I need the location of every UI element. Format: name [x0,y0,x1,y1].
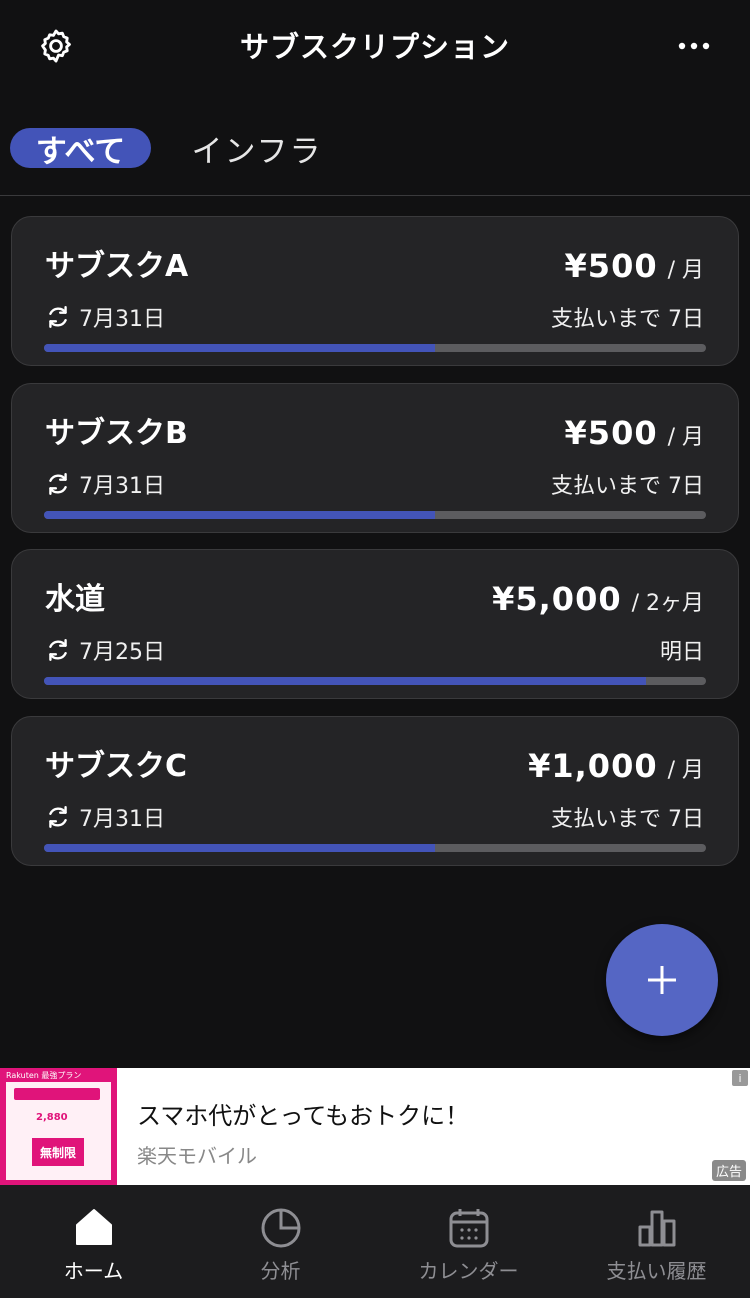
subscription-name: サブスクB [45,416,188,451]
subscription-price: ¥500 [564,247,658,285]
subscription-card[interactable]: 水道 ¥5,000 / 2ヶ月 7月25日 明日 [11,549,739,699]
refresh-icon [45,471,71,497]
subscription-price: ¥5,000 [492,580,622,618]
app-root: サブスクリプション すべて インフラ サブスクA ¥500 / 月 7月31日 … [0,0,750,1298]
billing-period: / 月 [667,758,704,783]
nav-item-analysis[interactable]: 分析 [187,1185,374,1298]
days-until-payment: 支払いまで 7日 [551,307,704,332]
days-until-payment: 支払いまで 7日 [551,807,704,832]
billing-progress-bar [44,511,706,519]
ad-headline[interactable]: スマホ代がとってもおトクに！ [137,1096,469,1131]
billing-progress-bar [44,677,706,685]
calendar-icon [449,1209,488,1248]
refresh-icon [45,304,71,330]
billing-progress-fill [44,344,435,352]
price-group: ¥1,000 / 月 [528,747,704,785]
nav-label-home: ホーム [63,1259,124,1283]
more-horizontal-icon [678,42,710,50]
ad-thumb-brand: Rakuten 最強プラン [6,1071,82,1080]
billing-period: / 2ヶ月 [631,591,704,616]
plus-icon [648,966,676,994]
subscription-name: サブスクA [45,249,189,284]
price-group: ¥500 / 月 [565,247,704,285]
ad-thumb-pill [14,1088,100,1100]
tab-infra[interactable]: インフラ [182,128,332,170]
subscription-price: ¥1,000 [528,747,658,785]
next-billing-date: 7月31日 [79,307,165,332]
billing-progress-fill [44,511,435,519]
ad-banner[interactable]: Rakuten 最強プラン 2,880 無制限 スマホ代がとってもおトクに！ 楽… [0,1068,750,1185]
refresh-icon [45,637,71,663]
add-subscription-button[interactable] [606,924,718,1036]
billing-progress-fill [44,677,647,685]
ad-info-icon[interactable]: i [732,1070,748,1086]
subscription-card[interactable]: サブスクC ¥1,000 / 月 7月31日 支払いまで 7日 [11,716,739,866]
ad-thumb-price: 2,880 [36,1112,68,1123]
nav-label-history: 支払い履歴 [606,1259,707,1283]
ad-sponsor: 楽天モバイル [137,1144,257,1168]
days-until-payment: 明日 [659,640,704,665]
pie-chart-icon [261,1208,300,1248]
billing-progress-bar [44,344,706,352]
subscription-name: サブスクC [45,749,188,784]
next-billing-date: 7月25日 [79,640,165,665]
price-group: ¥500 / 月 [565,414,704,452]
nav-item-home[interactable]: ホーム [0,1185,187,1298]
ad-thumbnail: Rakuten 最強プラン 2,880 無制限 [0,1068,117,1185]
next-billing-row: 7月31日 [45,301,165,333]
nav-item-calendar[interactable]: カレンダー [375,1185,562,1298]
subscription-name: 水道 [45,582,105,617]
days-until-payment: 支払いまで 7日 [551,474,704,499]
billing-period: / 月 [667,258,704,283]
billing-progress-bar [44,844,706,852]
subscription-card[interactable]: サブスクB ¥500 / 月 7月31日 支払いまで 7日 [11,383,739,533]
billing-period: / 月 [667,425,704,450]
subscription-card[interactable]: サブスクA ¥500 / 月 7月31日 支払いまで 7日 [11,216,739,366]
ad-thumb-badge: 無制限 [32,1138,84,1166]
nav-label-analysis: 分析 [260,1259,301,1283]
subscription-price: ¥500 [564,414,658,452]
more-button[interactable] [674,26,714,66]
next-billing-row: 7月25日 [45,634,165,666]
next-billing-date: 7月31日 [79,807,165,832]
next-billing-row: 7月31日 [45,801,165,833]
ad-label: 広告 [711,1160,746,1181]
refresh-icon [45,804,71,830]
bar-chart-icon [638,1210,675,1247]
category-tabs: すべて インフラ [0,122,750,196]
page-title: サブスクリプション [239,30,510,64]
bottom-navigation: ホーム 分析 カレンダー 支払い履歴 [0,1185,750,1298]
price-group: ¥5,000 / 2ヶ月 [492,580,704,618]
nav-item-history[interactable]: 支払い履歴 [563,1185,750,1298]
header: サブスクリプション [0,0,750,90]
next-billing-date: 7月31日 [79,474,165,499]
billing-progress-fill [44,844,435,852]
home-icon [75,1209,112,1245]
tab-all[interactable]: すべて [10,128,151,170]
nav-label-calendar: カレンダー [418,1259,519,1283]
next-billing-row: 7月31日 [45,468,165,500]
